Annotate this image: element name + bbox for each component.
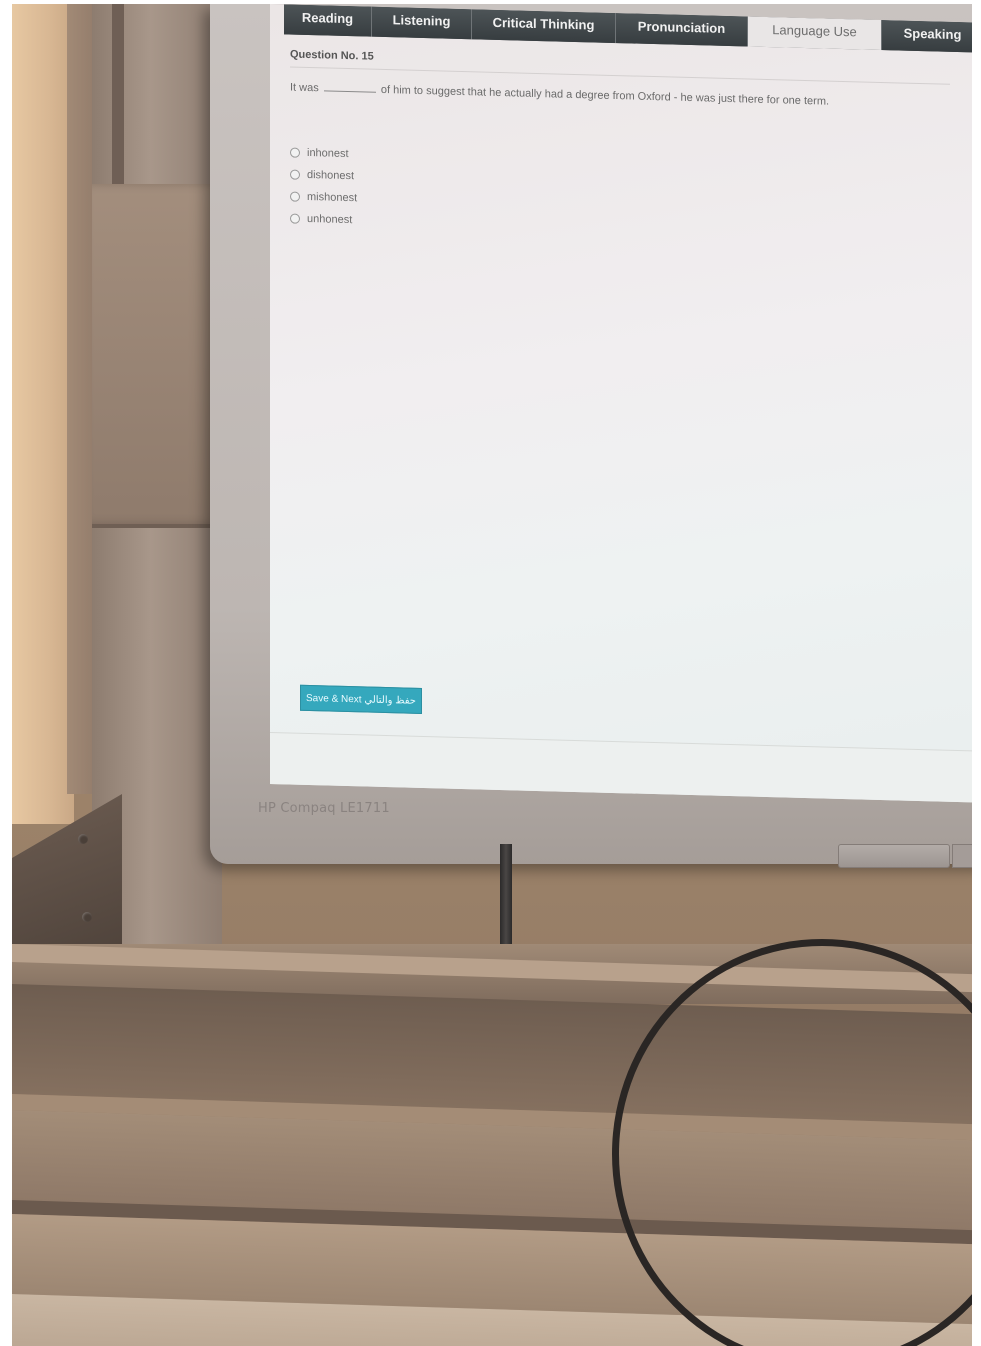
screw — [82, 912, 92, 922]
radio-button[interactable] — [290, 213, 300, 224]
option-label: inhonest — [307, 146, 349, 161]
screw — [78, 834, 88, 844]
question-panel: Question No. 15 It was of him to suggest… — [290, 41, 970, 248]
tab-speaking[interactable]: Speaking — [882, 20, 972, 53]
tab-listening[interactable]: Listening — [372, 6, 472, 40]
save-next-button[interactable]: Save & Next حفظ والتالي — [300, 684, 422, 714]
question-blank — [323, 90, 376, 93]
tab-critical-thinking[interactable]: Critical Thinking — [472, 9, 616, 44]
option-label: mishonest — [307, 190, 358, 205]
answer-options: inhonest dishonest mishonest unhonest — [290, 142, 970, 248]
question-text-after: of him to suggest that he actually had a… — [380, 83, 830, 108]
question-number: Question No. 15 — [290, 48, 950, 85]
monitor-arm-edge — [112, 4, 124, 184]
option-label: unhonest — [307, 212, 353, 227]
option-label: dishonest — [307, 168, 355, 183]
question-text: It was of him to suggest that he actuall… — [290, 82, 970, 112]
screen: Reading Listening Critical Thinking Pron… — [270, 4, 972, 803]
tab-pronunciation[interactable]: Pronunciation — [616, 13, 748, 47]
radio-button[interactable] — [290, 191, 300, 202]
radio-button[interactable] — [290, 169, 300, 180]
tab-language-use[interactable]: Language Use — [748, 16, 882, 51]
wall — [12, 4, 74, 824]
photo-frame: HP Compaq LE1711 Reading Listening Criti… — [12, 4, 972, 1346]
monitor-arm-block — [92, 184, 222, 528]
monitor-button[interactable] — [838, 844, 950, 868]
tab-reading[interactable]: Reading — [284, 4, 372, 37]
monitor-brand: HP Compaq LE1711 — [258, 801, 390, 816]
question-text-before: It was — [290, 81, 319, 95]
monitor-power-button[interactable] — [952, 844, 972, 868]
radio-button[interactable] — [290, 147, 300, 158]
